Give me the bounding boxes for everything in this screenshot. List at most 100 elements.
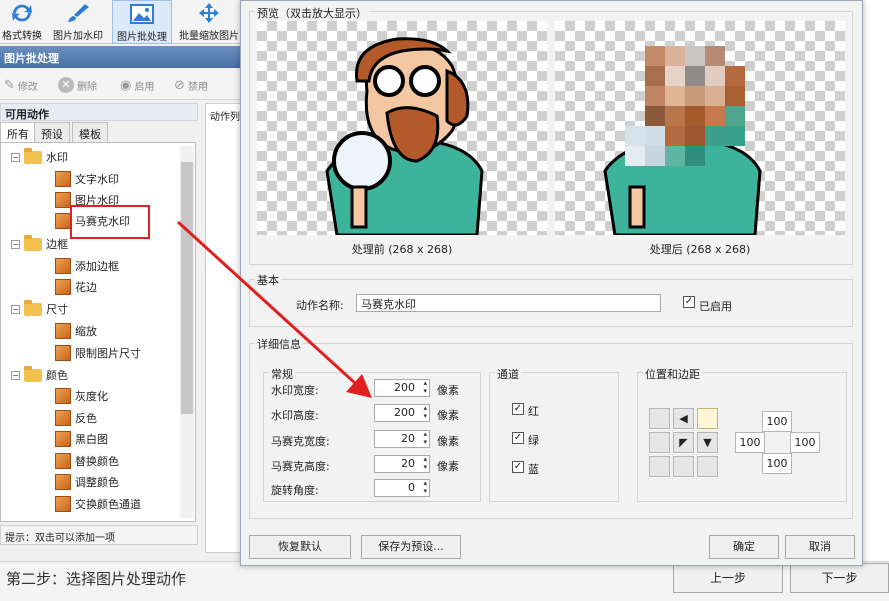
- folder-icon: [24, 365, 42, 382]
- preview-after[interactable]: [555, 21, 845, 237]
- action-box-icon: [55, 474, 71, 490]
- rotation-angle-input[interactable]: 0: [374, 479, 430, 497]
- tree-scroll-thumb[interactable]: [181, 162, 193, 414]
- collapse-icon[interactable]: −: [11, 370, 20, 380]
- action-box-icon: [55, 171, 71, 187]
- position-bottom-center[interactable]: [673, 456, 694, 477]
- red-channel-checkbox[interactable]: ✓: [512, 403, 524, 415]
- tree-item-replace-color[interactable]: 替换颜色: [55, 451, 119, 471]
- tree-item-invert[interactable]: 反色: [55, 408, 97, 428]
- margin-bottom-input[interactable]: 100: [762, 453, 792, 474]
- position-bottom-left[interactable]: [649, 456, 670, 477]
- position-top-center[interactable]: ◀: [673, 408, 694, 429]
- disable-label: 禁用: [187, 81, 208, 93]
- position-top-left[interactable]: [649, 408, 670, 429]
- delete-button[interactable]: ✕ 删除: [58, 76, 97, 94]
- action-box-icon: [55, 410, 71, 426]
- action-list-panel: 动作列: [205, 103, 245, 553]
- eye-icon: ◉: [120, 77, 132, 93]
- margin-left-input[interactable]: 100: [735, 432, 765, 453]
- action-box-icon: [55, 453, 71, 469]
- highlight-box: [70, 205, 150, 239]
- tree-label: 缩放: [75, 325, 97, 338]
- tree-item-limit-size[interactable]: 限制图片尺寸: [55, 343, 141, 363]
- tree-item-scale[interactable]: 缩放: [55, 321, 97, 341]
- batch-resize-button[interactable]: 批量缩放图片: [176, 0, 242, 44]
- batch-process-button[interactable]: 图片批处理: [112, 0, 172, 44]
- action-box-icon: [55, 431, 71, 447]
- tree-folder-size[interactable]: − 尺寸: [11, 299, 68, 319]
- tab-all[interactable]: 所有: [0, 122, 36, 142]
- restore-default-button[interactable]: 恢复默认: [249, 535, 351, 559]
- tree-label: 添加边框: [75, 260, 119, 273]
- tab-preset[interactable]: 预设: [34, 122, 70, 142]
- position-top-right[interactable]: [697, 408, 718, 429]
- tab-template[interactable]: 模板: [72, 122, 108, 142]
- tree-folder-border[interactable]: − 边框: [11, 234, 68, 254]
- channel-title: 通道: [495, 366, 521, 382]
- action-box-icon: [55, 258, 71, 274]
- tree-folder-watermark[interactable]: − 水印: [11, 147, 68, 167]
- mosaic-height-input[interactable]: 20: [374, 455, 430, 473]
- position-middle-right[interactable]: ▼: [697, 432, 718, 453]
- move-arrows-icon: [199, 3, 219, 23]
- action-box-icon: [55, 496, 71, 512]
- toolbar-label: 图片批处理: [117, 32, 167, 43]
- general-title: 常规: [269, 366, 295, 382]
- margin-top-input[interactable]: 100: [762, 411, 792, 432]
- margin-right-input[interactable]: 100: [790, 432, 820, 453]
- unit-label: 像素: [437, 435, 459, 448]
- folder-icon: [24, 299, 42, 316]
- add-watermark-button[interactable]: 图片加水印: [48, 0, 108, 44]
- mosaic-width-input[interactable]: 20: [374, 430, 430, 448]
- collapse-icon[interactable]: −: [11, 304, 20, 314]
- channel-group: [489, 372, 619, 502]
- channel-label: 绿: [528, 434, 539, 447]
- ok-button[interactable]: 确定: [709, 535, 779, 559]
- brush-icon: [68, 4, 89, 22]
- after-caption: 处理后 (268 x 268): [649, 243, 751, 256]
- tree-item-text-watermark[interactable]: 文字水印: [55, 169, 119, 189]
- blue-channel-checkbox[interactable]: ✓: [512, 461, 524, 473]
- preview-title: 预览（双击放大显示）: [255, 5, 369, 21]
- tree-item-black-white[interactable]: 黑白图: [55, 429, 108, 449]
- tree-item-lace[interactable]: 花边: [55, 277, 97, 297]
- cancel-button[interactable]: 取消: [785, 535, 855, 559]
- delete-icon: ✕: [58, 77, 74, 93]
- green-channel-checkbox[interactable]: ✓: [512, 432, 524, 444]
- enabled-checkbox[interactable]: ✓: [683, 296, 695, 308]
- action-tree: − 水印 文字水印 图片水印 马赛克水印 − 边框 添加边框 花边 − 尺寸 缩放 限…: [0, 142, 196, 522]
- watermark-width-input[interactable]: 200: [374, 379, 430, 397]
- tree-item-grayscale[interactable]: 灰度化: [55, 386, 108, 406]
- edit-button[interactable]: ✎ 修改: [4, 76, 38, 94]
- collapse-icon[interactable]: −: [11, 239, 20, 249]
- format-convert-button[interactable]: 格式转换: [0, 0, 44, 44]
- arrow-up-left-icon: ◤: [679, 436, 688, 449]
- save-preset-button[interactable]: 保存为预设...: [361, 535, 461, 559]
- position-center[interactable]: ◤: [673, 432, 694, 453]
- collapse-icon[interactable]: −: [11, 152, 20, 162]
- convert-icon: [12, 4, 32, 22]
- action-box-icon: [55, 345, 71, 361]
- next-step-button[interactable]: 下一步: [790, 563, 889, 593]
- position-middle-left[interactable]: [649, 432, 670, 453]
- position-bottom-right[interactable]: [697, 456, 718, 477]
- tree-item-add-border[interactable]: 添加边框: [55, 256, 119, 276]
- disable-button[interactable]: ⊘ 禁用: [174, 76, 208, 94]
- action-name-field[interactable]: 马赛克水印: [356, 294, 661, 312]
- mosaic-image: [603, 46, 762, 237]
- field-label: 马赛克宽度:: [271, 435, 330, 448]
- image-icon: [130, 4, 154, 24]
- action-settings-dialog: 预览（双击放大显示） 处理前 (268 x 268) 处理后 (268 x 26…: [240, 0, 863, 566]
- preview-before[interactable]: [257, 21, 547, 237]
- field-label: 水印高度:: [271, 409, 319, 422]
- background-preview-strip: [863, 0, 889, 561]
- unit-label: 像素: [437, 460, 459, 473]
- enable-button[interactable]: ◉ 启用: [120, 76, 154, 94]
- watermark-height-input[interactable]: 200: [374, 404, 430, 422]
- tree-folder-color[interactable]: − 颜色: [11, 365, 68, 385]
- tree-label: 颜色: [46, 369, 68, 382]
- tree-item-swap-channels[interactable]: 交换颜色通道: [55, 494, 141, 514]
- tree-item-adjust-color[interactable]: 调整颜色: [55, 472, 119, 492]
- prev-step-button[interactable]: 上一步: [673, 563, 783, 593]
